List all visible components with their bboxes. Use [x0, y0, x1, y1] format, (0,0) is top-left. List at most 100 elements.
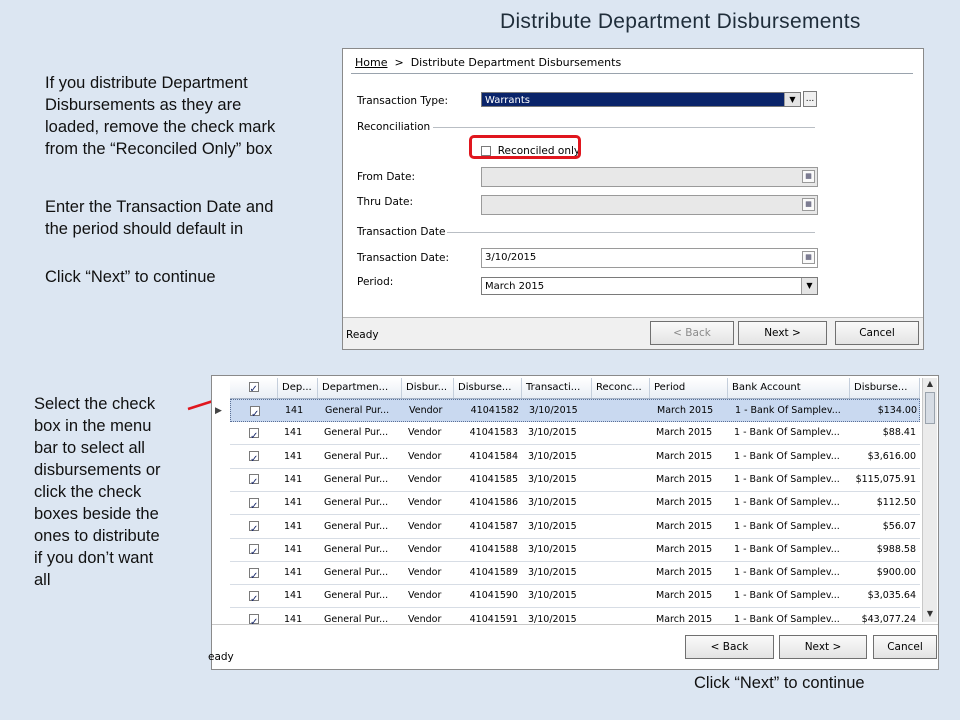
scroll-down-icon[interactable]: ▼ — [923, 608, 937, 620]
period-cell: March 2015 — [656, 450, 713, 462]
table-row[interactable]: 141 General Pur... Vendor 41041587 3/10/2015… — [230, 516, 920, 539]
status-text: Ready — [346, 329, 379, 341]
row-select-cell[interactable] — [230, 469, 278, 491]
column-header-dept[interactable]: Dep... — [278, 378, 318, 398]
transaction-type-select[interactable]: Warrants ▼ — [481, 92, 801, 107]
breadcrumb-home-link[interactable]: Home — [355, 56, 387, 69]
row-checkbox[interactable] — [249, 519, 259, 538]
table-row[interactable]: 141 General Pur... Vendor 41041589 3/10/2015… — [230, 562, 920, 586]
disbursement-type-cell: Vendor — [408, 590, 442, 602]
period-value: March 2015 — [485, 281, 545, 292]
bank-account-cell: 1 - Bank Of Samplev... — [734, 590, 840, 602]
calendar-icon[interactable]: ▦ — [802, 170, 815, 183]
vertical-scrollbar[interactable]: ▲ ▼ — [922, 378, 937, 622]
row-checkbox[interactable] — [249, 542, 259, 561]
column-header-department[interactable]: Departmen... — [318, 378, 402, 398]
row-select-cell[interactable] — [230, 492, 278, 514]
period-cell: March 2015 — [656, 473, 713, 485]
distribute-disbursements-dialog: Home > Distribute Department Disbursemen… — [342, 48, 924, 350]
calendar-icon[interactable]: ▦ — [802, 251, 815, 264]
from-date-field[interactable]: ▦ — [481, 167, 818, 187]
table-row[interactable]: 141 General Pur... Vendor 41041584 3/10/2015… — [230, 446, 920, 469]
transaction-date-cell: 3/10/2015 — [528, 450, 577, 462]
breadcrumb-divider — [351, 73, 913, 74]
column-header-reconciled[interactable]: Reconc... — [592, 378, 650, 398]
row-select-cell[interactable] — [230, 422, 278, 444]
period-select[interactable]: March 2015 ▼ — [481, 277, 818, 295]
cancel-button[interactable]: Cancel — [835, 321, 919, 345]
row-checkbox[interactable] — [249, 496, 259, 514]
row-select-cell[interactable] — [230, 446, 278, 468]
transaction-date-field[interactable]: 3/10/2015 ▦ — [481, 248, 818, 268]
calendar-icon[interactable]: ▦ — [802, 198, 815, 211]
scrollbar-thumb[interactable] — [925, 392, 935, 424]
next-button[interactable]: Next > — [738, 321, 827, 345]
scroll-up-icon[interactable]: ▲ — [923, 378, 937, 390]
column-header-disbursement-type[interactable]: Disbur... — [402, 378, 454, 398]
next-button[interactable]: Next > — [779, 635, 867, 659]
row-checkbox[interactable] — [249, 472, 259, 491]
column-header-disbursement-amount[interactable]: Disburse... — [850, 378, 920, 398]
chevron-down-icon[interactable]: ▼ — [784, 93, 800, 106]
reconciled-cell — [592, 539, 650, 561]
disbursement-type-cell: Vendor — [408, 543, 442, 555]
amount-cell: $3,616.00 — [867, 450, 916, 462]
period-cell: March 2015 — [656, 520, 713, 532]
row-checkbox[interactable] — [249, 426, 259, 444]
section-divider — [433, 127, 815, 128]
disbursement-type-cell: Vendor — [408, 450, 442, 462]
transaction-date-cell: 3/10/2015 — [528, 473, 577, 485]
row-checkbox[interactable] — [249, 449, 259, 468]
row-checkbox[interactable] — [249, 566, 259, 584]
select-all-header[interactable] — [230, 378, 278, 398]
row-select-cell[interactable] — [230, 585, 278, 607]
column-header-disbursement-number[interactable]: Disburse... — [454, 378, 522, 398]
table-row[interactable]: 141 General Pur... Vendor 41041583 3/10/2015… — [230, 422, 920, 446]
reconciled-cell — [592, 492, 650, 514]
disbursement-number-cell: 41041585 — [469, 473, 518, 485]
back-button[interactable]: < Back — [685, 635, 774, 659]
transaction-type-lookup-button[interactable]: ... — [803, 91, 817, 107]
select-all-checkbox[interactable] — [248, 380, 259, 398]
back-button[interactable]: < Back — [650, 321, 734, 345]
amount-cell: $112.50 — [876, 497, 916, 509]
section-divider — [447, 232, 815, 233]
cancel-button[interactable]: Cancel — [873, 635, 937, 659]
bank-account-cell: 1 - Bank Of Samplev... — [734, 427, 840, 439]
row-checkbox[interactable] — [250, 404, 260, 422]
note-line: box in the menu — [34, 417, 152, 435]
reconciled-cell — [592, 446, 650, 468]
row-select-cell[interactable] — [231, 400, 279, 422]
row-checkbox[interactable] — [249, 612, 259, 631]
reconciled-cell — [592, 516, 650, 538]
amount-cell: $56.07 — [882, 520, 916, 532]
note-line: Disbursements as they are — [45, 96, 242, 114]
bank-account-cell: 1 - Bank Of Samplev... — [735, 405, 841, 416]
chevron-down-icon[interactable]: ▼ — [801, 278, 817, 294]
disbursement-number-cell: 41041587 — [469, 520, 518, 532]
note-line: Enter the Transaction Date and — [45, 198, 274, 216]
thru-date-field[interactable]: ▦ — [481, 195, 818, 215]
column-header-period[interactable]: Period — [650, 378, 728, 398]
row-select-cell[interactable] — [230, 539, 278, 561]
table-row[interactable]: 141 General Pur... Vendor 41041585 3/10/2015… — [230, 469, 920, 492]
disbursement-type-cell: Vendor — [408, 497, 442, 509]
row-select-cell[interactable] — [230, 562, 278, 584]
table-row[interactable]: ▶ 141 General Pur... Vendor 41041582 3/10/201… — [215, 399, 920, 422]
dept-cell: 141 — [284, 543, 303, 555]
row-checkbox[interactable] — [249, 589, 259, 607]
dept-cell: 141 — [284, 427, 303, 439]
table-row[interactable]: 141 General Pur... Vendor 41041588 3/10/2015… — [230, 539, 920, 562]
amount-cell: $3,035.64 — [867, 590, 916, 602]
table-row[interactable]: 141 General Pur... Vendor 41041586 3/10/2015… — [230, 492, 920, 516]
from-date-label: From Date: — [357, 171, 415, 183]
transaction-date-cell: 3/10/2015 — [528, 497, 577, 509]
disbursement-type-cell: Vendor — [408, 427, 442, 439]
table-row[interactable]: 141 General Pur... Vendor 41041590 3/10/2015… — [230, 585, 920, 609]
breadcrumb-separator: > — [394, 56, 404, 69]
department-cell: General Pur... — [324, 427, 389, 439]
column-header-bank-account[interactable]: Bank Account — [728, 378, 850, 398]
column-header-transaction-date[interactable]: Transacti... — [522, 378, 592, 398]
reconciliation-section-label: Reconciliation — [357, 121, 431, 133]
row-select-cell[interactable] — [230, 516, 278, 538]
